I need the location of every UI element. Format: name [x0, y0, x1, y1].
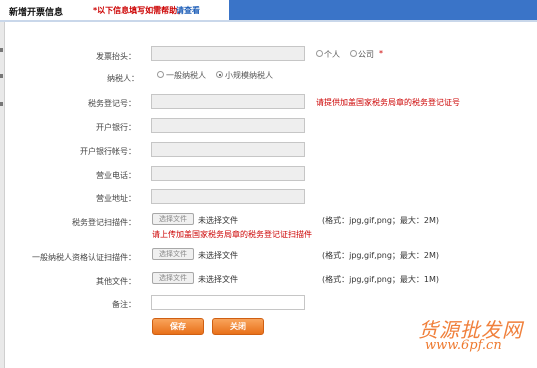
- other-file-label: 其他文件：: [96, 277, 136, 286]
- remark-input[interactable]: [151, 295, 305, 310]
- phone-label: 营业电话：: [96, 171, 136, 180]
- tax-cert-label: 税务登记扫描件：: [72, 218, 136, 227]
- left-window-edge: [0, 22, 5, 368]
- bank-account-input[interactable]: [151, 142, 305, 157]
- invoice-title-label: 发票抬头：: [96, 52, 136, 61]
- tax-cert-file-status: 未选择文件: [198, 216, 238, 225]
- tax-cert-format: (格式：jpg,gif,png；最大：2M): [322, 216, 440, 225]
- radio-small-taxpayer[interactable]: [216, 71, 223, 78]
- help-link[interactable]: 请查看: [176, 5, 200, 16]
- other-file-choose-file-button[interactable]: 选择文件: [152, 272, 194, 284]
- address-label: 营业地址：: [96, 194, 136, 203]
- radio-company-label: 公司: [358, 50, 374, 59]
- radio-company[interactable]: [350, 50, 357, 57]
- remark-label: 备注：: [112, 300, 136, 309]
- radio-small-taxpayer-label: 小规模纳税人: [225, 71, 273, 80]
- tax-reg-input[interactable]: [151, 94, 305, 109]
- tax-cert-choose-file-button[interactable]: 选择文件: [152, 213, 194, 225]
- general-cert-format: (格式：jpg,gif,png；最大：2M): [322, 251, 440, 260]
- invoice-title-input[interactable]: [151, 46, 305, 61]
- radio-general-taxpayer[interactable]: [157, 71, 164, 78]
- bank-label: 开户银行：: [96, 123, 136, 132]
- header-blue-bar: [229, 0, 537, 20]
- tax-reg-note: 请提供加盖国家税务局章的税务登记证号: [316, 98, 460, 107]
- help-hint: *以下信息填写如需帮助，: [93, 6, 186, 15]
- general-cert-label: 一般纳税人资格认证扫描件：: [32, 253, 136, 262]
- general-cert-file-status: 未选择文件: [198, 251, 238, 260]
- radio-personal[interactable]: [316, 50, 323, 57]
- watermark-url: www.6pf.cn: [425, 338, 502, 353]
- tax-reg-label: 税务登记号：: [88, 99, 136, 108]
- required-mark: *: [379, 49, 383, 58]
- save-button[interactable]: 保存: [152, 318, 204, 335]
- dialog-title: 新增开票信息: [9, 8, 64, 18]
- taxpayer-label: 纳税人：: [107, 74, 139, 83]
- phone-input[interactable]: [151, 166, 305, 181]
- radio-general-taxpayer-label: 一般纳税人: [166, 71, 206, 80]
- dialog-header: 新增开票信息 *以下信息填写如需帮助， 请查看: [0, 0, 537, 22]
- radio-personal-label: 个人: [324, 50, 340, 59]
- tax-cert-note: 请上传加盖国家税务局章的税务登记证扫描件: [152, 230, 312, 239]
- general-cert-choose-file-button[interactable]: 选择文件: [152, 248, 194, 260]
- other-file-format: (格式：jpg,gif,png；最大：1M): [322, 275, 440, 284]
- address-input[interactable]: [151, 189, 305, 204]
- other-file-status: 未选择文件: [198, 275, 238, 284]
- bank-account-label: 开户银行帐号：: [80, 147, 136, 156]
- close-button[interactable]: 关闭: [212, 318, 264, 335]
- bank-input[interactable]: [151, 118, 305, 133]
